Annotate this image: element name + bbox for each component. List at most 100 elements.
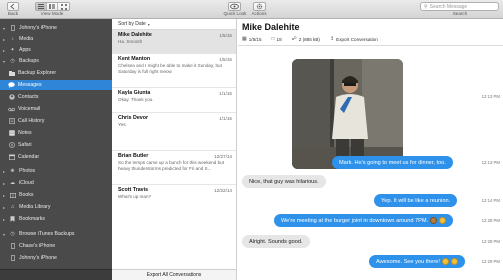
- sidebar-item-calendar[interactable]: Calendar: [0, 152, 112, 162]
- conversation-preview: Ha. Smooth: [118, 39, 143, 44]
- thread-attachments: ☍ 2 (885 kB): [291, 36, 320, 42]
- sidebar-item-label: Call History: [18, 118, 45, 124]
- message-bubble-incoming: Nice, that guy was hilarious.: [242, 175, 326, 188]
- divider: [238, 45, 503, 46]
- sidebar-item-notes[interactable]: Notes: [0, 128, 112, 138]
- message-text: Nice, that guy was hilarious.: [249, 178, 319, 185]
- sidebar-item-apps[interactable]: ▸ ✦ Apps: [0, 45, 112, 55]
- view-mode-control[interactable]: [35, 2, 70, 11]
- grid-view-icon[interactable]: [58, 3, 69, 10]
- message-bubble-outgoing: Mark. He's going to meet us for dinner, …: [332, 156, 453, 169]
- thread-date: ▦ 1/5/15: [242, 36, 262, 42]
- sidebar-item-voicemail[interactable]: Voicemail: [0, 104, 112, 114]
- sidebar: ▾ Johnny's iPhone ▸ ♪ Media ▸ ✦ Apps ▾ ◷…: [0, 19, 112, 280]
- sidebar-item-messages[interactable]: Messages: [0, 80, 112, 90]
- apps-icon: ✦: [10, 47, 15, 53]
- column-view-icon[interactable]: [47, 3, 58, 10]
- sidebar-item-contacts[interactable]: Contacts: [0, 92, 112, 102]
- sidebar-item-device[interactable]: ▾ Johnny's iPhone: [0, 23, 112, 33]
- message-bubble-outgoing: We're meeting at the burger joint in dow…: [274, 214, 454, 227]
- calendar-icon: [8, 154, 15, 161]
- phone-icon: [9, 255, 16, 262]
- conversation-item[interactable]: Mike Dalehite 1/5/15 Ha. Smooth: [112, 30, 236, 54]
- sidebar-item-label: Notes: [18, 130, 32, 136]
- sidebar-item-backups[interactable]: ▾ ◷ Backups: [0, 56, 112, 66]
- message-bubble-outgoing: Yep. It will be like a reunion.: [374, 194, 458, 207]
- export-icon: ↥: [329, 36, 335, 42]
- export-all-conversations-button[interactable]: Export All Conversations: [112, 269, 236, 280]
- sidebar-item-label: iCloud: [19, 180, 34, 186]
- photo-attachment[interactable]: [292, 59, 403, 169]
- sidebar-item-call-history[interactable]: Call History: [0, 116, 112, 126]
- thread-info-bar: ▦ 1/5/15 □ 18 ☍ 2 (885 kB) ↥ Export Conversa…: [242, 35, 388, 43]
- disclosure-down-icon[interactable]: ▾: [3, 26, 7, 31]
- speech-bubble-icon: [8, 82, 15, 89]
- conversation-date: 12/22/14: [214, 188, 232, 193]
- message-timestamp: 12:28 PM: [481, 239, 500, 244]
- conversation-date: 1/5/15: [219, 33, 232, 38]
- export-conversation-button[interactable]: ↥ Export Conversation: [330, 36, 378, 42]
- toolbar: Back View Mode Quick Look Actions ⚲ Sear…: [0, 0, 503, 19]
- sidebar-item-label: Browse iTunes Backups: [19, 231, 75, 237]
- list-view-icon[interactable]: [36, 3, 47, 10]
- sidebar-item-label: Backups: [19, 58, 39, 64]
- conversation-preview: Yes.: [118, 122, 127, 127]
- media-library-icon: ♫: [10, 204, 15, 210]
- disclosure-right-icon[interactable]: ▸: [3, 205, 7, 210]
- conversation-item[interactable]: Chris Devor 1/1/15 Yes.: [112, 113, 236, 151]
- message-thread: Mike Dalehite ▦ 1/5/15 □ 18 ☍ 2 (885 kB) ↥ E…: [238, 19, 503, 280]
- sidebar-item-backup-explorer[interactable]: Backup Explorer: [0, 68, 112, 78]
- sidebar-item-johnny-iphone[interactable]: Johnny's iPhone: [0, 253, 112, 263]
- disclosure-right-icon[interactable]: ▸: [3, 169, 7, 174]
- sidebar-item-photos[interactable]: ▸ ❀ Photos: [0, 166, 112, 176]
- actions-button[interactable]: [253, 2, 266, 11]
- disclosure-down-icon[interactable]: ▾: [3, 232, 7, 237]
- sidebar-item-icloud[interactable]: ▸ ☁ iCloud: [0, 178, 112, 188]
- sidebar-item-label: Johnny's iPhone: [19, 25, 57, 31]
- sidebar-item-browse-itunes-backups[interactable]: ▾ ◷ Browse iTunes Backups: [0, 229, 112, 239]
- sidebar-item-media-library[interactable]: ▸ ♫ Media Library: [0, 202, 112, 212]
- sidebar-footer: [0, 269, 112, 280]
- notes-icon: [8, 130, 15, 137]
- conversation-date: 12/27/14: [214, 154, 232, 159]
- message-text: Awesome. See you there!: [376, 258, 440, 265]
- sidebar-item-bookmarks[interactable]: ▸ Bookmarks: [0, 214, 112, 224]
- sidebar-item-label: Chase's iPhone: [19, 243, 56, 249]
- quick-look-button[interactable]: [228, 2, 241, 11]
- disclosure-right-icon[interactable]: ▸: [3, 193, 7, 198]
- cloud-icon: ☁: [10, 180, 15, 186]
- sidebar-item-media[interactable]: ▸ ♪ Media: [0, 34, 112, 44]
- sidebar-item-safari[interactable]: Safari: [0, 140, 112, 150]
- sidebar-item-label: Johnny's iPhone: [19, 255, 57, 261]
- folder-icon: [8, 70, 15, 77]
- conversation-preview: Okay. Thank you.: [118, 97, 154, 102]
- conversation-item[interactable]: Kent Manton 1/5/15 Chelsea and I might b…: [112, 54, 236, 88]
- grin-emoji-icon: [439, 217, 447, 224]
- sidebar-item-chase-iphone[interactable]: Chase's iPhone: [0, 241, 112, 251]
- phone-icon: [9, 243, 16, 250]
- message-text: We're meeting at the burger joint in dow…: [281, 217, 429, 224]
- sidebar-item-label: Media Library: [19, 204, 51, 210]
- back-button[interactable]: [7, 2, 19, 11]
- message-timestamp: 12:28 PM: [481, 218, 500, 223]
- conversation-item[interactable]: Brian Butler 12/27/14 So the temps came …: [112, 151, 236, 185]
- conversation-date: 1/5/15: [219, 57, 232, 62]
- compass-icon: [8, 142, 15, 149]
- call-history-icon: [8, 118, 15, 125]
- disclosure-down-icon[interactable]: ▾: [3, 59, 7, 64]
- thread-title: Mike Dalehite: [242, 22, 300, 32]
- conversation-preview: So the temps came up a bunch for this we…: [118, 160, 224, 171]
- sidebar-item-label: Bookmarks: [19, 216, 45, 222]
- sort-dropdown[interactable]: Sort by Date ▾: [112, 19, 236, 30]
- message-text: Mark. He's going to meet us for dinner, …: [339, 159, 446, 166]
- disclosure-right-icon[interactable]: ▸: [3, 181, 7, 186]
- gear-icon: [256, 3, 263, 10]
- search-input[interactable]: ⚲ Search Message: [420, 2, 499, 11]
- disclosure-right-icon[interactable]: ▸: [3, 217, 7, 222]
- sidebar-item-label: Safari: [18, 142, 32, 148]
- sidebar-item-books[interactable]: ▸ Books: [0, 190, 112, 200]
- disclosure-right-icon[interactable]: ▸: [3, 48, 7, 53]
- disclosure-right-icon[interactable]: ▸: [3, 37, 7, 42]
- conversation-item[interactable]: Scott Travis 12/22/14 What's up man?: [112, 185, 236, 209]
- conversation-item[interactable]: Kayla Giunta 1/1/15 Okay. Thank you.: [112, 88, 236, 113]
